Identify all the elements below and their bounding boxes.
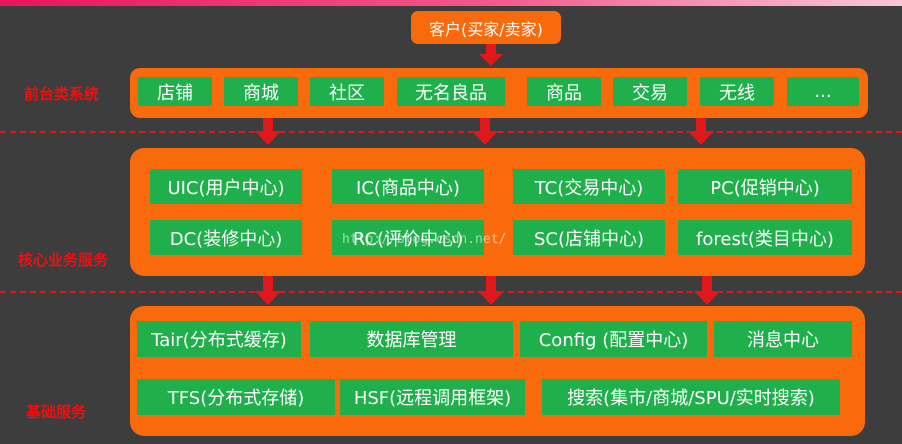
top-accent-bar [0,0,902,6]
core-item-sc: SC(店铺中心) [513,220,665,255]
arrow-core-to-base-2 [478,276,504,305]
base-item-tair: Tair(分布式缓存) [137,321,301,357]
arrow-frontend-to-core-3 [688,118,714,145]
core-item-tc: TC(交易中心) [513,169,665,204]
base-item-hsf: HSF(远程调用框架) [340,379,525,415]
arrow-customer-to-frontend [479,44,503,66]
base-item-message-center: 消息中心 [714,321,852,357]
frontend-item-community: 社区 [310,77,384,106]
frontend-layer: 店铺 商城 社区 无名良品 商品 交易 无线 ... [130,68,868,118]
frontend-item-wuming: 无名良品 [397,77,505,106]
core-item-dc: DC(装修中心) [150,220,302,255]
watermark-text: http://blog.csdn.net/ [342,232,507,247]
base-item-db-management: 数据库管理 [310,321,513,357]
frontend-item-shop: 店铺 [138,77,212,106]
base-layer: Tair(分布式缓存) 数据库管理 Config (配置中心) 消息中心 TFS… [130,306,865,436]
core-layer: UIC(用户中心) IC(商品中心) TC(交易中心) PC(促销中心) DC(… [130,148,865,276]
frontend-item-wireless: 无线 [700,77,774,106]
core-item-uic: UIC(用户中心) [150,169,302,204]
core-layer-label: 核心业务服务 [18,251,109,269]
base-item-tfs: TFS(分布式存储) [137,379,335,415]
arrow-core-to-base-1 [255,276,281,305]
base-item-search: 搜索(集市/商城/SPU/实时搜索) [542,379,840,415]
arrow-core-to-base-3 [694,276,720,305]
frontend-item-goods: 商品 [527,77,601,106]
divider-core-base [0,291,902,293]
base-layer-label: 基础服务 [26,403,87,421]
core-item-forest: forest(类目中心) [678,220,852,255]
customer-node: 客户(买家/卖家) [411,11,561,44]
core-item-ic: IC(商品中心) [332,169,484,204]
arrow-frontend-to-core-2 [472,118,498,145]
frontend-item-trade: 交易 [613,77,687,106]
frontend-item-mall: 商城 [224,77,298,106]
core-item-pc: PC(促销中心) [678,169,852,204]
base-item-config: Config (配置中心) [520,321,707,357]
frontend-layer-label: 前台类系统 [24,85,100,103]
divider-frontend-core [0,131,902,133]
arrow-frontend-to-core-1 [255,118,281,145]
frontend-item-more: ... [787,77,859,106]
